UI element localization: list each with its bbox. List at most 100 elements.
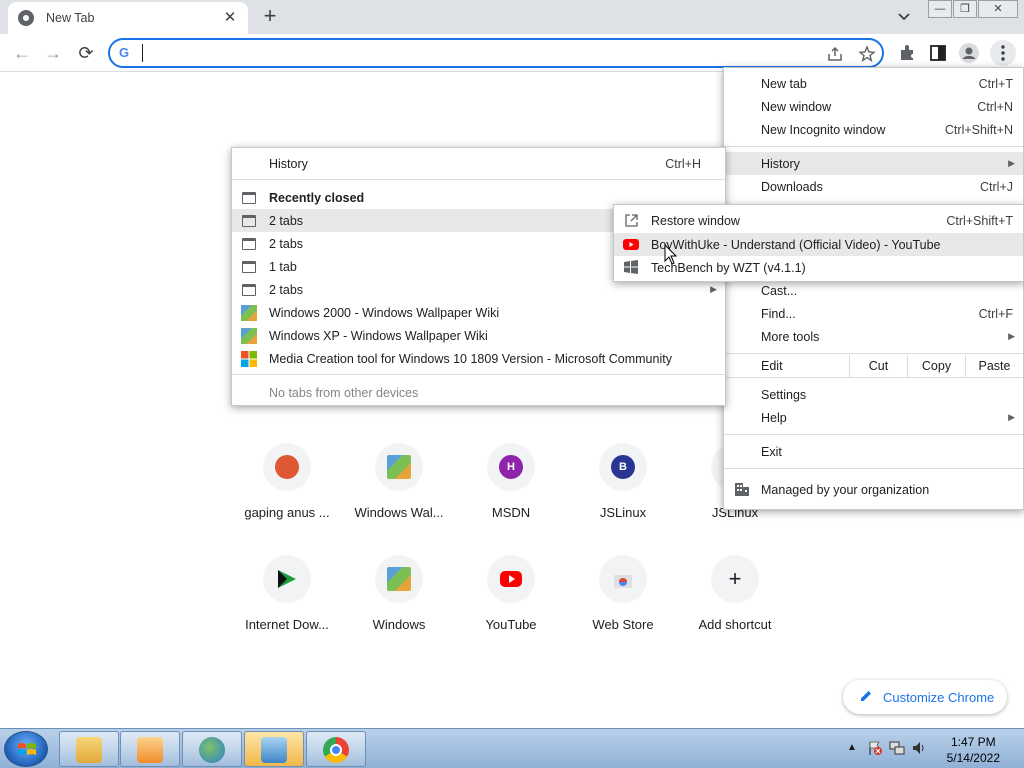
shortcut-tile[interactable]: B JSLinux (568, 443, 678, 520)
chrome-main-menu: New tab Ctrl+T New window Ctrl+N New Incog… (723, 67, 1024, 510)
web-store-icon (599, 555, 647, 603)
tab-title: New Tab (46, 11, 95, 25)
shortcut-tile[interactable]: H MSDN (456, 443, 566, 520)
menu-edit-row: Edit Cut Copy Paste (724, 355, 1023, 377)
menu-separator (724, 468, 1023, 469)
open-external-icon (625, 214, 638, 230)
tab-new-tab[interactable]: New Tab ✕ (8, 2, 248, 34)
plus-icon: + (711, 555, 759, 603)
system-tray: ▲ 1:47 PM 5/14/2022 (839, 729, 1024, 768)
wallpaper-wiki-icon (241, 327, 257, 344)
menu-separator (724, 353, 1023, 354)
menu-item-find[interactable]: Find... Ctrl+F (724, 302, 1023, 325)
google-icon: G (119, 45, 130, 60)
chrome-icon (18, 10, 34, 26)
restore-button[interactable]: ❐ (953, 0, 977, 18)
no-tabs-other-devices: No tabs from other devices (269, 385, 419, 400)
submenu-arrow-icon: ▶ (1008, 158, 1015, 168)
menu-kebab-icon[interactable] (990, 40, 1016, 66)
recently-closed-item[interactable]: Windows 2000 - Windows Wallpaper Wiki (232, 301, 725, 324)
reload-button[interactable]: ⟳ (74, 41, 98, 65)
window-icon (242, 214, 256, 227)
menu-item-downloads[interactable]: Downloads Ctrl+J (724, 175, 1023, 198)
omnibox[interactable]: G (108, 38, 884, 68)
shortcut-tile[interactable]: Web Store (568, 555, 678, 632)
mouse-cursor-icon (664, 243, 678, 269)
menu-separator (724, 146, 1023, 147)
menu-item-help[interactable]: Help ▶ (724, 406, 1023, 429)
side-panel-icon[interactable] (927, 42, 949, 64)
taskbar-network-app[interactable] (182, 731, 242, 767)
minimize-button[interactable]: — (928, 0, 952, 18)
window-icon (242, 237, 256, 250)
recently-closed-tabs-submenu: Restore window Ctrl+Shift+T BoyWithUke - … (613, 204, 1024, 282)
volume-icon[interactable] (911, 740, 927, 756)
customize-chrome-button[interactable]: Customize Chrome (843, 680, 1007, 714)
shortcut-tile[interactable]: Internet Dow... (232, 555, 342, 632)
forward-button[interactable]: → (41, 41, 65, 65)
show-hidden-icons-icon[interactable]: ▲ (847, 742, 857, 753)
youtube-icon (623, 238, 639, 254)
extensions-puzzle-icon[interactable] (896, 42, 918, 64)
add-shortcut-button[interactable]: + Add shortcut (680, 555, 790, 632)
new-tab-button[interactable]: + (258, 5, 282, 29)
customize-label: Customize Chrome (883, 689, 995, 705)
shortcut-tile[interactable]: Windows (344, 555, 454, 632)
menu-item-history[interactable]: History ▶ (724, 152, 1023, 175)
menu-item-settings[interactable]: Settings (724, 383, 1023, 406)
media-player-icon (137, 737, 163, 763)
omnibox-input[interactable] (142, 44, 802, 62)
wallpaper-wiki-icon (375, 443, 423, 491)
close-window-button[interactable]: ✕ (978, 0, 1018, 18)
shortcut-tile[interactable]: Windows Wal... (344, 443, 454, 520)
restore-window-item[interactable]: Restore window Ctrl+Shift+T (614, 209, 1023, 232)
taskbar-control-panel[interactable] (244, 731, 304, 767)
windows-flag-icon (623, 260, 639, 277)
network-icon[interactable] (889, 740, 905, 756)
wallpaper-wiki-icon (241, 304, 257, 321)
youtube-icon (487, 555, 535, 603)
profile-avatar-icon[interactable] (958, 42, 980, 64)
bookmark-star-icon[interactable] (858, 45, 876, 63)
internet-download-manager-icon (263, 555, 311, 603)
menu-item-cast[interactable]: Cast... (724, 279, 1023, 302)
menu-separator (232, 179, 725, 180)
building-icon (734, 482, 750, 499)
taskbar-explorer[interactable] (59, 731, 119, 767)
shortcut-tile[interactable]: YouTube (456, 555, 566, 632)
tab-search-chevron-icon[interactable] (894, 8, 914, 26)
menu-item-new-incognito-window[interactable]: New Incognito window Ctrl+Shift+N (724, 118, 1023, 141)
menu-item-more-tools[interactable]: More tools ▶ (724, 325, 1023, 348)
history-item[interactable]: History Ctrl+H (232, 152, 725, 175)
window-icon (242, 260, 256, 273)
paste-button[interactable]: Paste (965, 355, 1023, 377)
taskbar-clock[interactable]: 1:47 PM 5/14/2022 (947, 734, 1000, 766)
menu-separator (724, 377, 1023, 378)
back-button[interactable]: ← (10, 41, 34, 65)
copy-button[interactable]: Copy (907, 355, 965, 377)
recently-closed-item[interactable]: Media Creation tool for Windows 10 1809 … (232, 347, 725, 370)
menu-item-new-window[interactable]: New window Ctrl+N (724, 95, 1023, 118)
windows-taskbar: ▲ 1:47 PM 5/14/2022 (0, 728, 1024, 768)
chrome-icon (323, 737, 349, 763)
globe-icon (199, 737, 225, 763)
taskbar-chrome[interactable] (306, 731, 366, 767)
recently-closed-item[interactable]: Windows XP - Windows Wallpaper Wiki (232, 324, 725, 347)
duckduckgo-icon (263, 443, 311, 491)
action-center-flag-icon[interactable] (867, 740, 883, 756)
share-icon[interactable] (826, 45, 844, 63)
taskbar-media-player[interactable] (120, 731, 180, 767)
menu-item-new-tab[interactable]: New tab Ctrl+T (724, 72, 1023, 95)
submenu-arrow-icon: ▶ (1008, 412, 1015, 422)
tab-strip: New Tab ✕ + — ❐ ✕ (0, 0, 1024, 34)
window-icon (242, 191, 256, 204)
menu-item-managed[interactable]: Managed by your organization (724, 478, 1023, 501)
submenu-arrow-icon: ▶ (1008, 331, 1015, 341)
cut-button[interactable]: Cut (849, 355, 907, 377)
start-button[interactable] (4, 731, 48, 767)
shortcut-tile[interactable]: gaping anus ... (232, 443, 342, 520)
menu-separator (232, 374, 725, 375)
tab-close-icon[interactable]: ✕ (222, 10, 238, 26)
control-panel-icon (261, 737, 287, 763)
menu-item-exit[interactable]: Exit (724, 440, 1023, 463)
